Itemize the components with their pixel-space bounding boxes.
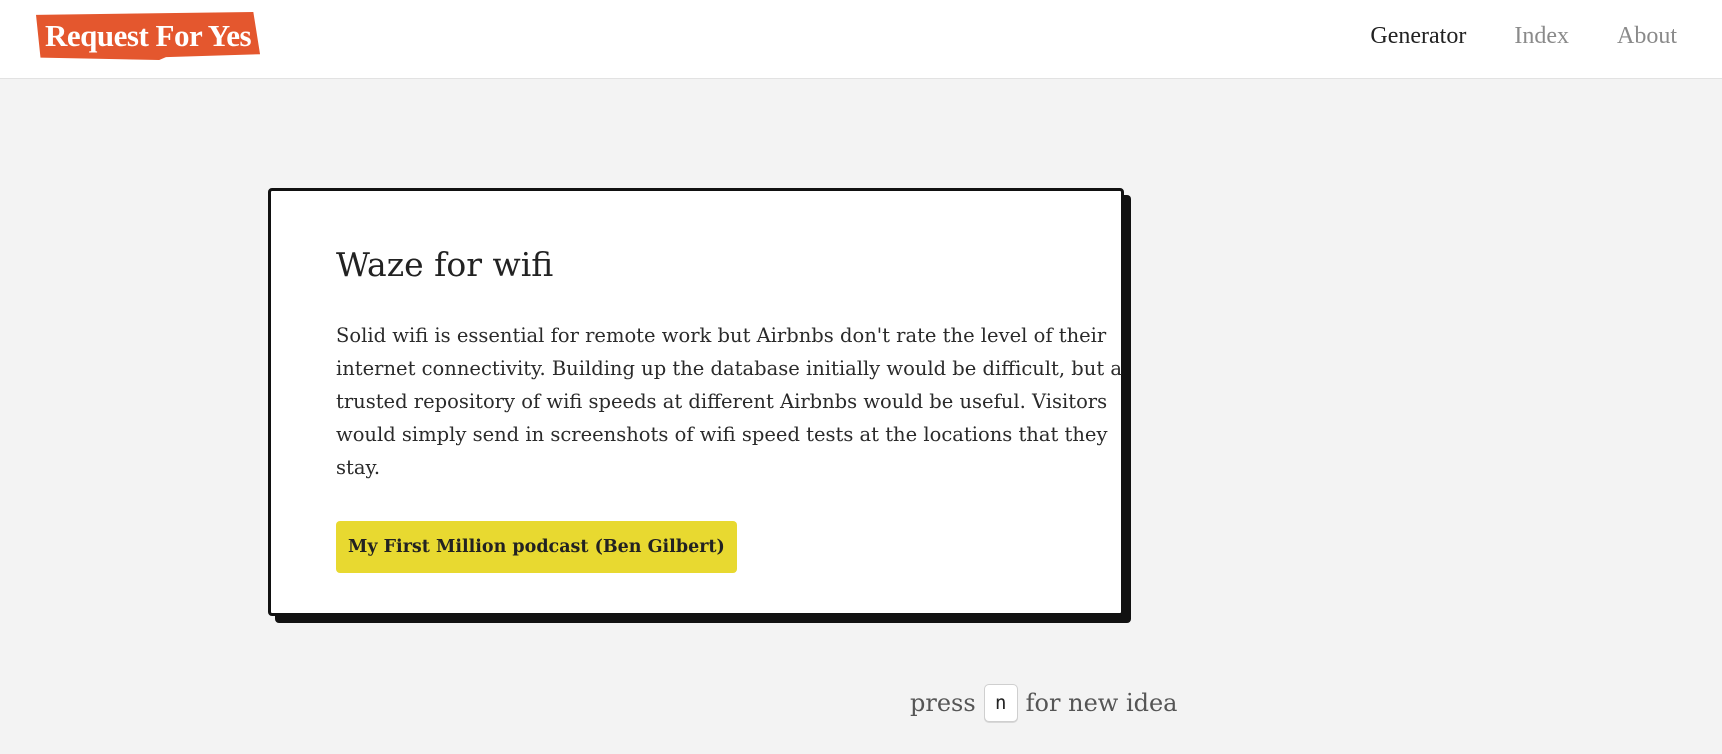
site-logo[interactable]: Request For Yes	[36, 12, 261, 60]
nav-about[interactable]: About	[1617, 18, 1677, 54]
main-nav: Generator Index About	[1370, 18, 1677, 54]
key-n: n	[983, 684, 1018, 722]
nav-generator[interactable]: Generator	[1370, 18, 1466, 54]
idea-description: Solid wifi is essential for remote work …	[336, 324, 1122, 479]
hint-suffix: for new idea	[1025, 689, 1178, 717]
nav-index[interactable]: Index	[1514, 18, 1569, 54]
idea-card: Waze for wifi Solid wifi is essential fo…	[268, 188, 1124, 616]
new-idea-hint: press n for new idea	[910, 684, 1178, 722]
hint-prefix: press	[910, 689, 976, 717]
source-button[interactable]: My First Million podcast (Ben Gilbert)	[336, 521, 737, 573]
idea-title: Waze for wifi	[336, 245, 554, 284]
site-header: Request For Yes Generator Index About	[0, 0, 1722, 79]
